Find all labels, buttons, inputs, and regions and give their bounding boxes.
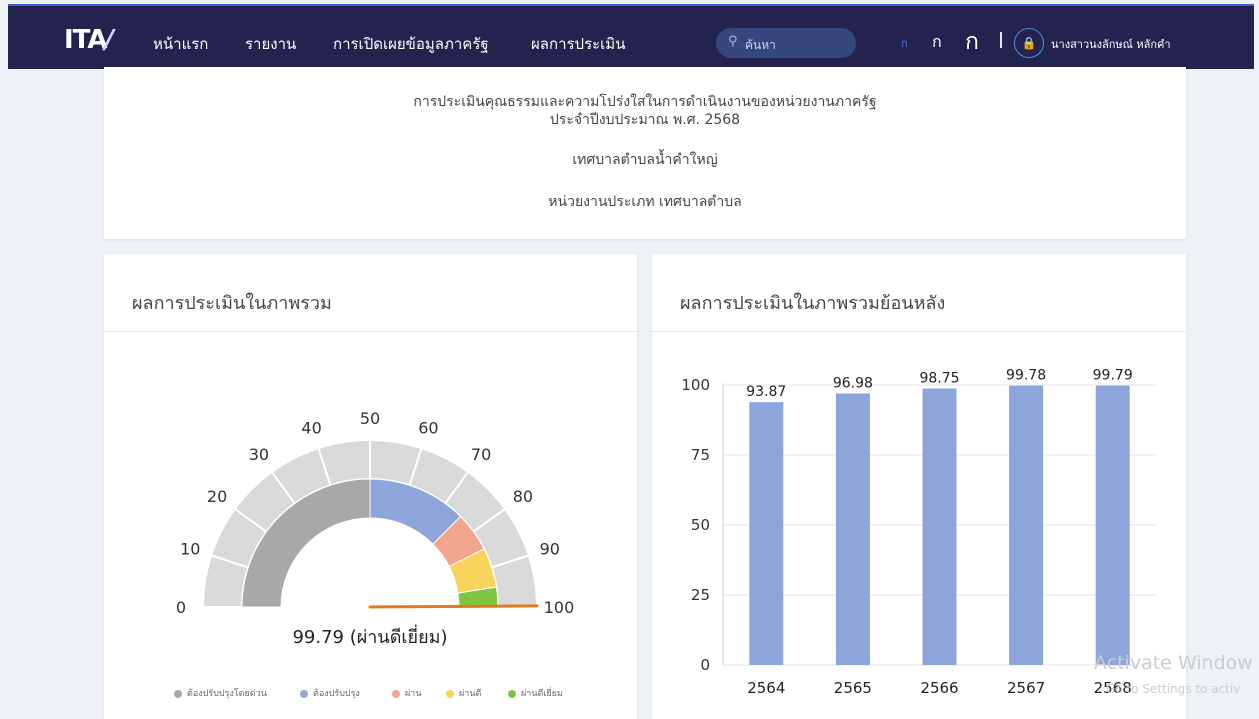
bar-data-label: 93.87 <box>746 384 786 400</box>
bar-data-label: 96.98 <box>833 375 873 391</box>
bar[interactable] <box>1095 385 1130 665</box>
bar-y-tick-label: 0 <box>700 656 710 674</box>
bar-data-label: 98.75 <box>919 371 959 387</box>
bar-chart-x-ticks: 2564 2565 2566 2567 2568 <box>747 679 1132 697</box>
bar-data-label: 99.79 <box>1093 368 1133 384</box>
bar-x-tick-label: 2567 <box>1007 679 1045 697</box>
bar-x-tick-label: 2566 <box>920 679 958 697</box>
activation-watermark: Activate Window <box>1094 652 1253 674</box>
activation-watermark-sub: Go to Settings to activ <box>1106 682 1241 696</box>
bar-x-tick-label: 2564 <box>747 679 785 697</box>
history-bar-chart: 0 25 50 75 100 93.87 96.98 98.75 99.78 99.79 256… <box>681 368 1156 697</box>
bar[interactable] <box>749 402 784 665</box>
bar[interactable] <box>1009 385 1044 665</box>
bar-x-tick-label: 2565 <box>834 679 872 697</box>
bar-y-tick-label: 25 <box>691 586 710 604</box>
bar-chart-y-ticks: 0 25 50 75 100 <box>681 376 710 674</box>
bar-y-tick-label: 100 <box>681 376 710 394</box>
bar[interactable] <box>922 388 957 666</box>
bar-y-tick-label: 50 <box>691 516 710 534</box>
bar-data-label: 99.78 <box>1006 368 1046 384</box>
bar[interactable] <box>835 393 870 665</box>
bar-y-tick-label: 75 <box>691 446 710 464</box>
